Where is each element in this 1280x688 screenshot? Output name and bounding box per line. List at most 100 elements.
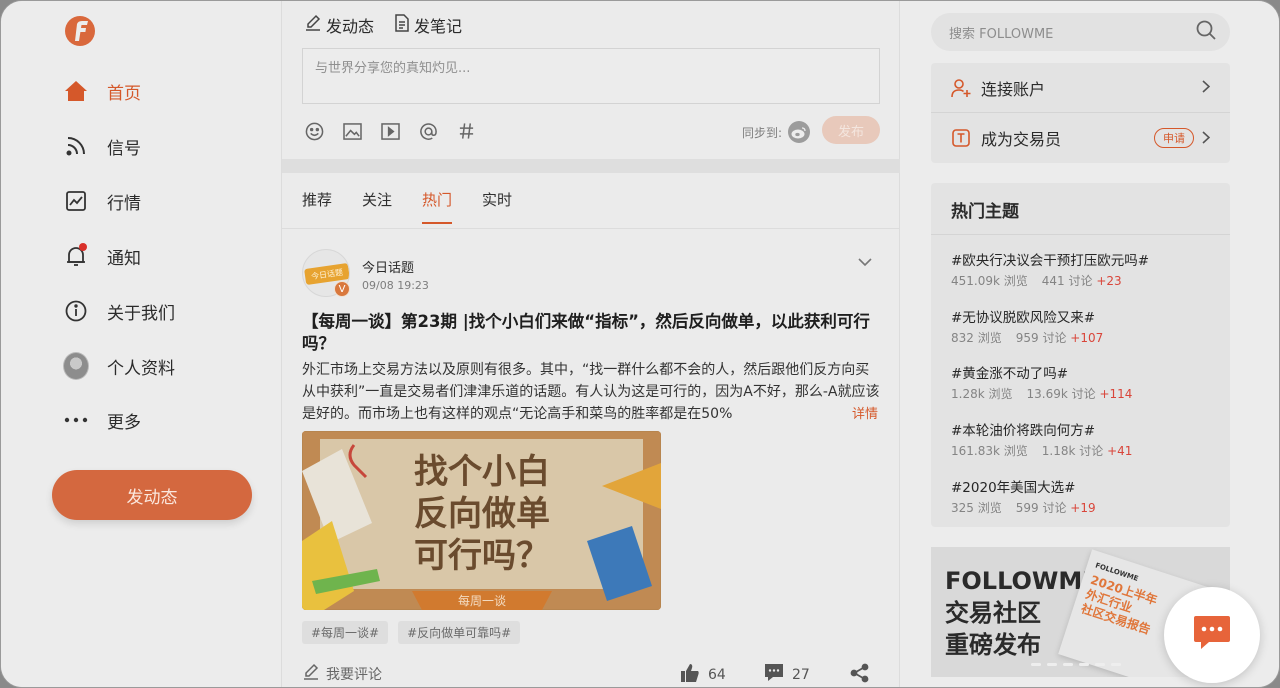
bell-icon xyxy=(63,243,89,269)
like-button[interactable]: 64 xyxy=(680,663,726,687)
sidebar-item-more[interactable]: 更多 xyxy=(63,405,141,435)
sidebar-item-signals[interactable]: 信号 xyxy=(63,131,141,161)
chat-support-button[interactable] xyxy=(1164,587,1260,683)
sidebar-item-profile[interactable]: 个人资料 xyxy=(63,351,175,381)
sync-to: 同步到: xyxy=(742,121,811,143)
edit-icon xyxy=(302,663,320,685)
trader-icon xyxy=(951,128,971,148)
sidebar-item-label: 个人资料 xyxy=(107,358,175,379)
hot-topic-name: #黄金涨不动了吗# xyxy=(951,366,1069,382)
section-divider xyxy=(282,159,900,173)
tab-post-status[interactable]: 发动态 xyxy=(304,13,374,37)
account-card: 连接账户 成为交易员 申请 xyxy=(931,63,1230,163)
composer-toolbar xyxy=(304,121,476,141)
post-author[interactable]: 今日话题 xyxy=(362,257,414,276)
image-icon[interactable] xyxy=(342,121,362,141)
right-sidebar: 搜索 FOLLOWME 连接账户 成为交易员 申请 热门主题 #欧央行决议会干预… xyxy=(900,1,1279,687)
become-trader-row[interactable]: 成为交易员 申请 xyxy=(931,113,1230,163)
hot-topic-item[interactable]: #2020年美国大选# 325 浏览 599 讨论 +19 xyxy=(951,476,1221,516)
video-icon[interactable] xyxy=(380,121,400,141)
tab-label: 发动态 xyxy=(326,17,375,36)
image-ribbon: 每周一谈 xyxy=(457,594,506,608)
tab-post-note[interactable]: 发笔记 xyxy=(394,13,462,37)
chart-line-icon xyxy=(63,188,89,214)
hot-topic-item[interactable]: #欧央行决议会干预打压欧元吗# 451.09k 浏览 441 讨论 +23 xyxy=(951,249,1221,289)
topic-tag[interactable]: #反向做单可靠吗# xyxy=(398,621,521,644)
more-dots-icon xyxy=(63,407,89,433)
tab-realtime[interactable]: 实时 xyxy=(482,189,512,224)
chevron-right-icon xyxy=(1202,79,1211,97)
comment-icon xyxy=(764,663,784,686)
verified-badge-icon: V xyxy=(334,281,350,297)
weibo-icon[interactable] xyxy=(788,121,811,143)
tab-label: 发笔记 xyxy=(414,17,463,36)
rss-signal-icon xyxy=(63,133,89,159)
share-icon[interactable] xyxy=(850,663,870,687)
post-image[interactable]: 找个小白 反向做单 可行吗？ 每周一谈 xyxy=(302,431,661,610)
sidebar-item-label: 更多 xyxy=(107,412,141,433)
hot-topics-divider xyxy=(931,234,1230,235)
sidebar-item-market[interactable]: 行情 xyxy=(63,186,141,216)
search-placeholder: 搜索 FOLLOWME xyxy=(949,26,1054,42)
tab-recommended[interactable]: 推荐 xyxy=(302,189,332,224)
publish-button[interactable]: 发布 xyxy=(822,116,880,144)
tabs-underline xyxy=(282,228,900,229)
apply-badge[interactable]: 申请 xyxy=(1154,128,1194,148)
comment-button[interactable]: 27 xyxy=(764,663,810,686)
sidebar-item-about[interactable]: 关于我们 xyxy=(63,296,175,326)
hot-topic-stats: 451.09k 浏览 441 讨论 +23 xyxy=(951,274,1122,288)
topic-tag[interactable]: #每周一谈# xyxy=(302,621,389,644)
tab-following[interactable]: 关注 xyxy=(362,189,392,224)
emoji-icon[interactable] xyxy=(304,121,324,141)
sidebar-item-label: 信号 xyxy=(107,138,141,159)
new-post-button[interactable]: 发动态 xyxy=(52,470,252,520)
edit-icon xyxy=(304,14,322,36)
avatar-icon xyxy=(63,352,89,380)
hot-topic-name: #无协议脱欧风险又来# xyxy=(951,310,1096,326)
search-icon[interactable] xyxy=(1196,20,1216,44)
hot-topic-stats: 1.28k 浏览 13.69k 讨论 +114 xyxy=(951,387,1133,401)
info-icon xyxy=(63,298,89,324)
chevron-right-icon xyxy=(1202,129,1211,148)
hot-topic-item[interactable]: #黄金涨不动了吗# 1.28k 浏览 13.69k 讨论 +114 xyxy=(951,362,1221,402)
image-headline-2: 反向做单 xyxy=(414,494,550,534)
feed-tabs: 推荐 关注 热门 实时 xyxy=(302,189,512,224)
hot-topic-name: #2020年美国大选# xyxy=(951,480,1076,496)
post-time: 09/08 19:23 xyxy=(362,279,429,292)
image-headline-1: 找个小白 xyxy=(414,452,550,492)
sidebar-item-notifications[interactable]: 通知 xyxy=(63,241,141,271)
notification-dot xyxy=(79,243,87,251)
like-count: 64 xyxy=(708,667,726,683)
sidebar-item-label: 首页 xyxy=(107,83,141,104)
hashtag-icon[interactable] xyxy=(456,121,476,141)
hot-topic-name: #欧央行决议会干预打压欧元吗# xyxy=(951,253,1150,269)
tab-hot[interactable]: 热门 xyxy=(422,189,453,224)
sidebar-item-label: 关于我们 xyxy=(107,303,175,324)
post-more-link[interactable]: 详情 xyxy=(830,403,879,422)
home-icon xyxy=(63,78,89,104)
hot-topic-stats: 325 浏览 599 讨论 +19 xyxy=(951,501,1096,515)
note-icon xyxy=(394,14,410,36)
composer-input[interactable]: 与世界分享您的真知灼见... xyxy=(302,48,880,104)
sync-label: 同步到: xyxy=(742,125,783,140)
chevron-down-icon[interactable] xyxy=(858,255,872,271)
mention-icon[interactable] xyxy=(418,121,438,141)
post-title[interactable]: 【每周一谈】第23期 |找个小白们来做“指标”，然后反向做单，以此获利可行吗？ xyxy=(302,311,880,355)
write-comment-button[interactable]: 我要评论 xyxy=(302,663,382,685)
main-feed: 发动态 发笔记 与世界分享您的真知灼见... 同步到: 发布 推荐 关注 热门 … xyxy=(282,1,900,687)
connect-account-row[interactable]: 连接账户 xyxy=(931,63,1230,113)
post-actions: 我要评论 64 27 xyxy=(302,663,880,687)
carousel-dots[interactable] xyxy=(1031,663,1121,666)
hot-topic-item[interactable]: #本轮油价将跌向何方# 161.83k 浏览 1.18k 讨论 +41 xyxy=(951,419,1221,459)
left-sidebar: 首页 信号 行情 通知 关于我们 个人资料 更多 发动态 xyxy=(1,1,282,687)
sidebar-item-home[interactable]: 首页 xyxy=(63,76,141,106)
app-window: 首页 信号 行情 通知 关于我们 个人资料 更多 发动态 发动态 发笔记 与世界… xyxy=(0,0,1280,688)
connect-account-label: 连接账户 xyxy=(981,79,1046,99)
followme-logo-icon[interactable] xyxy=(64,14,96,48)
hot-topics-title: 热门主题 xyxy=(951,202,1019,222)
composer-tabs: 发动态 发笔记 xyxy=(304,13,462,37)
hot-topic-item[interactable]: #无协议脱欧风险又来# 832 浏览 959 讨论 +107 xyxy=(951,306,1221,346)
thumbs-up-icon xyxy=(680,663,700,687)
hot-topic-stats: 161.83k 浏览 1.18k 讨论 +41 xyxy=(951,444,1133,458)
search-input[interactable]: 搜索 FOLLOWME xyxy=(931,13,1230,51)
